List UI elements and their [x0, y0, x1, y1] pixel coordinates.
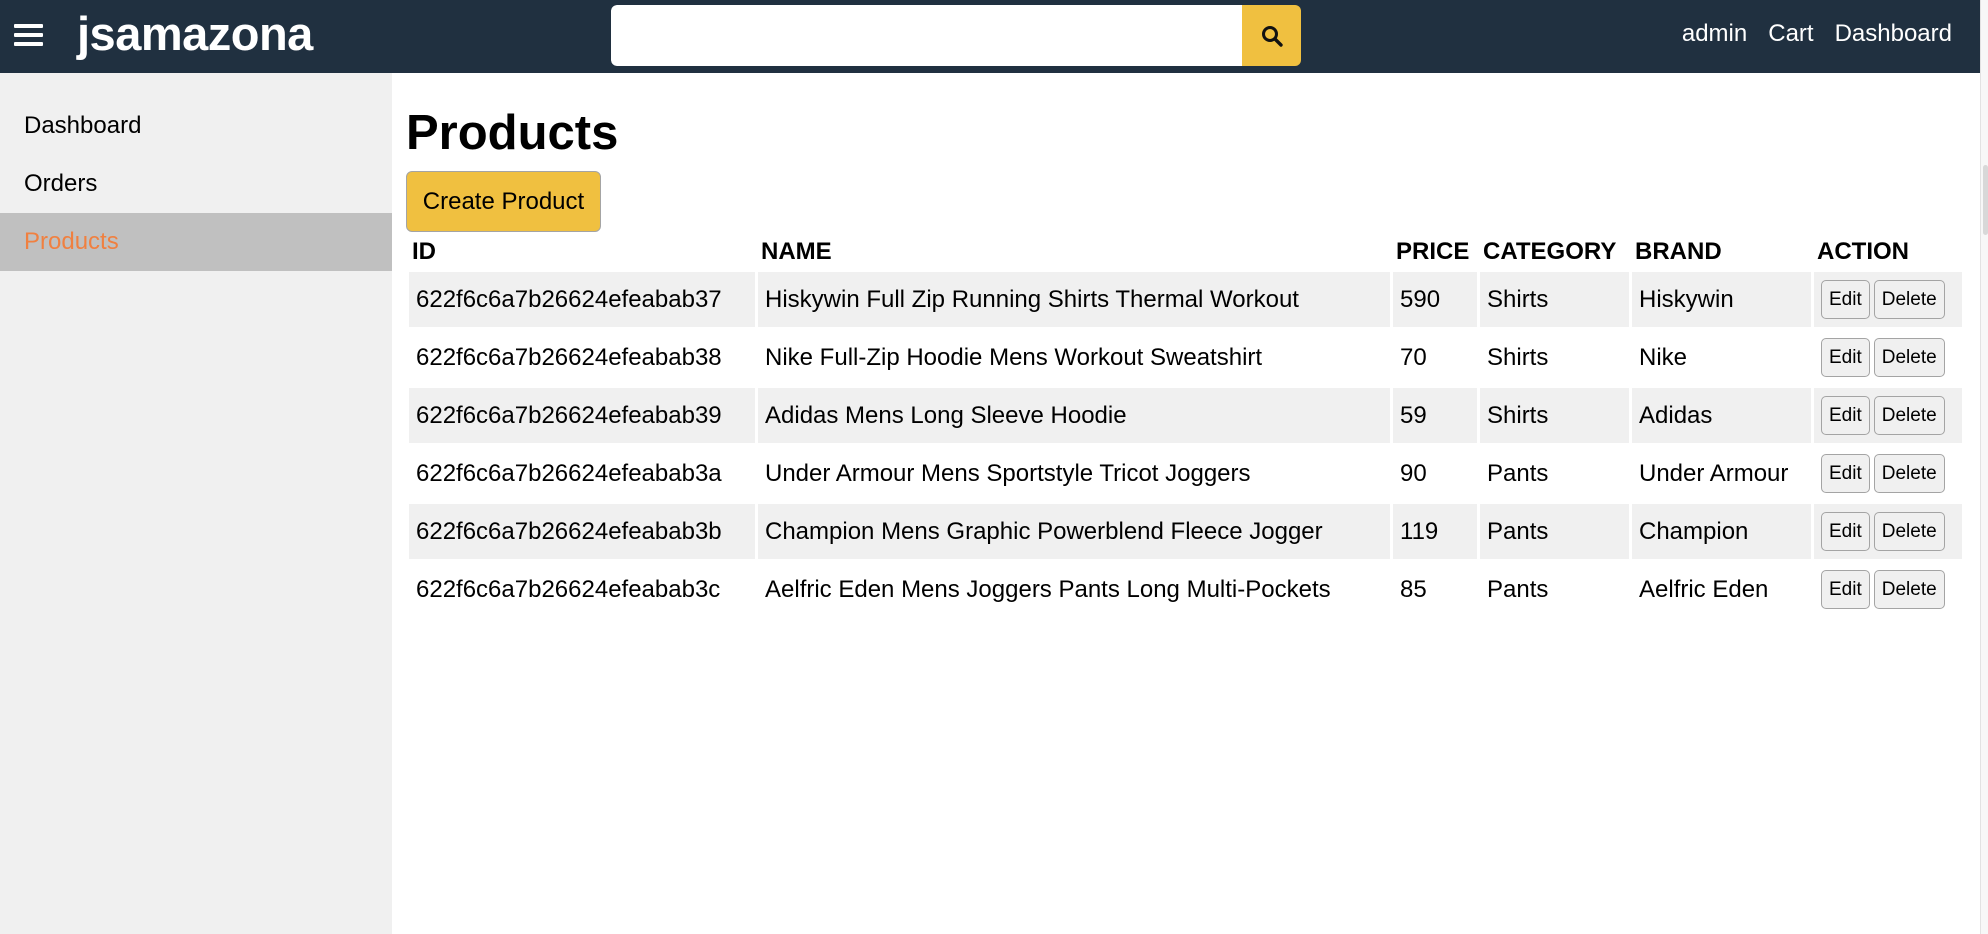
product-category-cell: Shirts [1480, 388, 1629, 443]
table-row: 622f6c6a7b26624efeabab37 Hiskywin Full Zi… [409, 272, 1962, 327]
sidebar-item-dashboard[interactable]: Dashboard [0, 97, 392, 155]
hamburger-menu-icon-bar [14, 33, 43, 37]
delete-product-button[interactable]: Delete [1873, 396, 1945, 435]
delete-product-button[interactable]: Delete [1873, 338, 1945, 377]
product-category-cell: Pants [1487, 575, 1549, 603]
product-id-cell: 622f6c6a7b26624efeabab3a [416, 459, 722, 487]
edit-product-button[interactable]: Edit [1821, 338, 1870, 377]
search-form [611, 5, 1301, 66]
product-id-cell: 622f6c6a7b26624efeabab37 [409, 272, 755, 327]
delete-product-button[interactable]: Delete [1873, 512, 1945, 551]
product-category-cell: Pants [1487, 459, 1549, 487]
hamburger-menu-button[interactable] [14, 24, 44, 50]
vertical-scrollbar[interactable] [1980, 0, 1988, 934]
column-header-category: CATEGORY [1483, 238, 1617, 265]
product-action-cell: Edit Delete [1814, 272, 1962, 327]
delete-product-button[interactable]: Delete [1873, 570, 1945, 609]
table-header-row: ID NAME PRICE CATEGORY BRAND ACTION [409, 235, 1962, 269]
product-brand-cell: Champion [1632, 504, 1811, 559]
edit-product-button[interactable]: Edit [1821, 396, 1870, 435]
product-name-cell: Nike Full-Zip Hoodie Mens Workout Sweats… [765, 343, 1263, 371]
table-row: 622f6c6a7b26624efeabab39 Adidas Mens Long… [409, 388, 1962, 443]
product-action-cell: Edit Delete [1814, 446, 1962, 501]
product-id-cell: 622f6c6a7b26624efeabab38 [416, 343, 722, 371]
sidebar-item-products[interactable]: Products [0, 213, 392, 271]
product-id-cell: 622f6c6a7b26624efeabab3b [409, 504, 755, 559]
products-table: ID NAME PRICE CATEGORY BRAND ACTION 622f… [406, 232, 1965, 620]
product-name-cell: Adidas Mens Long Sleeve Hoodie [758, 388, 1390, 443]
edit-product-button[interactable]: Edit [1821, 280, 1870, 319]
edit-product-button[interactable]: Edit [1821, 454, 1870, 493]
header-nav: admin Cart Dashboard [1682, 20, 1952, 48]
product-category-cell: Shirts [1480, 272, 1629, 327]
product-brand-cell: Nike [1639, 343, 1688, 371]
create-product-button[interactable]: Create Product [406, 171, 601, 232]
product-action-cell: Edit Delete [1814, 504, 1962, 559]
top-header: jsamazona admin Cart Dashboard [0, 0, 1980, 73]
products-table-body: 622f6c6a7b26624efeabab37 Hiskywin Full Zi… [409, 272, 1962, 617]
column-header-price: PRICE [1396, 238, 1470, 265]
search-input[interactable] [611, 5, 1242, 66]
product-price-cell: 590 [1393, 272, 1477, 327]
product-category-cell: Shirts [1487, 343, 1549, 371]
table-row: 622f6c6a7b26624efeabab3b Champion Mens Gr… [409, 504, 1962, 559]
cart-link[interactable]: Cart [1768, 20, 1813, 48]
product-name-cell: Under Armour Mens Sportstyle Tricot Jogg… [765, 459, 1251, 487]
edit-product-button[interactable]: Edit [1821, 570, 1870, 609]
product-name-cell: Hiskywin Full Zip Running Shirts Thermal… [758, 272, 1390, 327]
product-action-cell: Edit Delete [1814, 330, 1962, 385]
edit-product-button[interactable]: Edit [1821, 512, 1870, 551]
product-price-cell: 85 [1400, 575, 1427, 603]
table-row: 622f6c6a7b26624efeabab38 Nike Full-Zip Ho… [409, 330, 1962, 385]
hamburger-menu-icon-bar [14, 42, 43, 46]
product-action-cell: Edit Delete [1814, 562, 1962, 617]
product-id-cell: 622f6c6a7b26624efeabab39 [409, 388, 755, 443]
table-row: 622f6c6a7b26624efeabab3a Under Armour Men… [409, 446, 1962, 501]
admin-sidebar: Dashboard Orders Products [0, 73, 392, 934]
scrollbar-thumb[interactable] [1983, 165, 1988, 235]
admin-link[interactable]: admin [1682, 20, 1747, 48]
product-price-cell: 59 [1393, 388, 1477, 443]
product-brand-cell: Aelfric Eden [1639, 575, 1769, 603]
dashboard-link[interactable]: Dashboard [1835, 20, 1952, 48]
table-row: 622f6c6a7b26624efeabab3c Aelfric Eden Men… [409, 562, 1962, 617]
column-header-name: NAME [761, 238, 832, 265]
product-action-cell: Edit Delete [1814, 388, 1962, 443]
search-icon [1261, 25, 1283, 47]
product-brand-cell: Adidas [1632, 388, 1811, 443]
brand-logo-link[interactable]: jsamazona [77, 6, 313, 61]
product-price-cell: 119 [1393, 504, 1477, 559]
column-header-brand: BRAND [1635, 238, 1722, 265]
product-name-cell: Champion Mens Graphic Powerblend Fleece … [758, 504, 1390, 559]
product-price-cell: 90 [1400, 459, 1427, 487]
main-content: Products Create Product ID NAME PRICE CA… [406, 73, 1980, 620]
product-name-cell: Aelfric Eden Mens Joggers Pants Long Mul… [765, 575, 1331, 603]
column-header-action: ACTION [1817, 238, 1909, 265]
product-price-cell: 70 [1400, 343, 1427, 371]
hamburger-menu-icon [14, 24, 43, 28]
product-id-cell: 622f6c6a7b26624efeabab3c [416, 575, 721, 603]
product-brand-cell: Hiskywin [1632, 272, 1811, 327]
page-title: Products [406, 106, 619, 160]
product-category-cell: Pants [1480, 504, 1629, 559]
delete-product-button[interactable]: Delete [1873, 454, 1945, 493]
search-button[interactable] [1242, 5, 1301, 66]
sidebar-item-orders[interactable]: Orders [0, 155, 392, 213]
delete-product-button[interactable]: Delete [1873, 280, 1945, 319]
product-brand-cell: Under Armour [1639, 459, 1789, 487]
column-header-id: ID [412, 238, 436, 265]
